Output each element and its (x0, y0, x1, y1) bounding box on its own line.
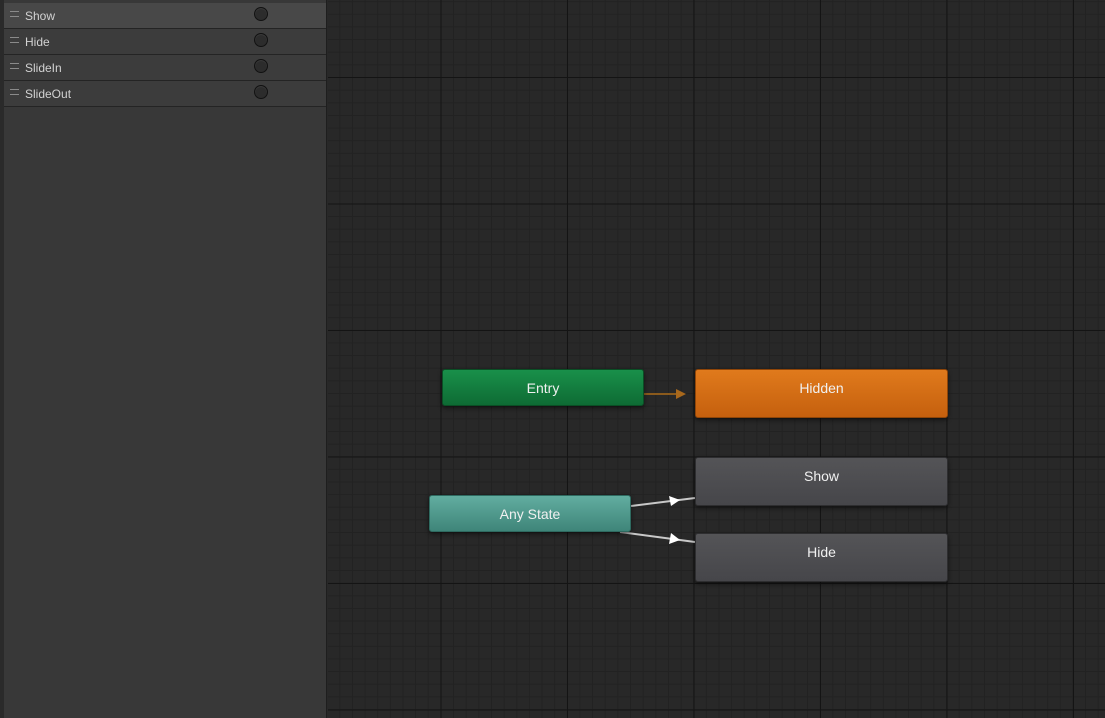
arrow-right-icon (669, 533, 680, 544)
parameter-row-hide[interactable]: Hide (4, 29, 326, 55)
parameter-list: Show Hide SlideIn SlideOut (4, 3, 326, 107)
node-label: Hide (807, 544, 836, 560)
state-hidden[interactable]: Hidden (695, 369, 948, 418)
node-label: Hidden (799, 380, 844, 396)
node-label: Show (803, 468, 840, 484)
trigger-icon[interactable] (254, 7, 268, 21)
parameter-name[interactable]: Hide (25, 35, 50, 49)
trigger-icon[interactable] (254, 85, 268, 99)
parameters-panel: Show Hide SlideIn SlideOut (0, 0, 327, 718)
drag-handle-icon[interactable] (10, 11, 19, 17)
animator-window: Show Hide SlideIn SlideOut Entry Any Sta… (0, 0, 1105, 718)
transition-anystate-to-show[interactable] (630, 497, 696, 507)
state-show[interactable]: Show (695, 457, 948, 506)
parameter-row-slidein[interactable]: SlideIn (4, 55, 326, 81)
trigger-icon[interactable] (254, 33, 268, 47)
node-label: Any State (499, 506, 561, 522)
parameter-name[interactable]: SlideIn (25, 61, 62, 75)
state-machine-graph[interactable]: Entry Any State Hidden Show Hide (328, 0, 1105, 718)
state-hide[interactable]: Hide (695, 533, 948, 582)
transition-anystate-to-hide[interactable] (619, 531, 696, 543)
arrow-right-icon (676, 389, 686, 399)
parameter-row-show[interactable]: Show (4, 3, 326, 29)
arrow-right-icon (669, 496, 680, 506)
parameter-name[interactable]: SlideOut (25, 87, 71, 101)
entry-node[interactable]: Entry (442, 369, 644, 406)
parameter-row-slideout[interactable]: SlideOut (4, 81, 326, 107)
drag-handle-icon[interactable] (10, 63, 19, 69)
node-label: Entry (526, 380, 560, 396)
trigger-icon[interactable] (254, 59, 268, 73)
drag-handle-icon[interactable] (10, 89, 19, 95)
panel-edge (0, 0, 4, 718)
parameter-name[interactable]: Show (25, 9, 55, 23)
drag-handle-icon[interactable] (10, 37, 19, 43)
any-state-node[interactable]: Any State (429, 495, 631, 532)
transition-layer (619, 389, 696, 544)
